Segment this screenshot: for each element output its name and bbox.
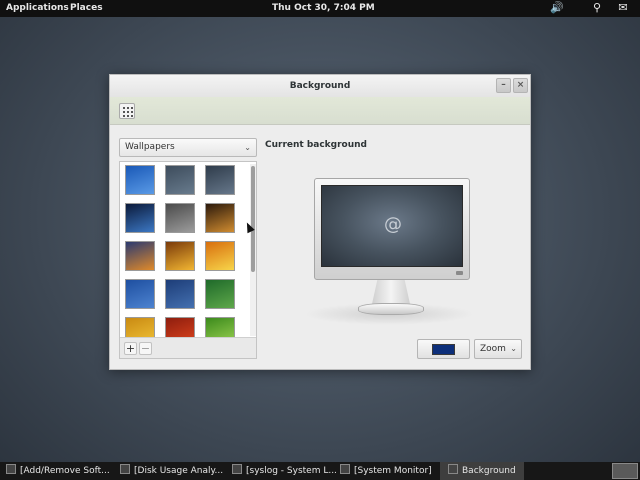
window-icon <box>6 464 16 474</box>
wallpaper-thumb-earth[interactable] <box>125 203 155 233</box>
wallpaper-thumb-golden-glow[interactable] <box>165 241 195 271</box>
wallpaper-controls: + − <box>120 337 256 358</box>
dropdown-value: Wallpapers <box>125 142 175 152</box>
taskbar: [Add/Remove Soft... [Disk Usage Analy...… <box>0 462 640 480</box>
task-label: [syslog - System L... <box>246 466 337 476</box>
window-titlebar[interactable]: Background – × <box>110 75 530 97</box>
color-swatch <box>432 344 455 355</box>
placement-dropdown[interactable]: Zoom ⌄ <box>474 339 522 359</box>
minimize-button[interactable]: – <box>496 78 511 93</box>
placement-value: Zoom <box>480 344 506 354</box>
accessibility-icon[interactable]: ⚲ <box>590 1 604 15</box>
window-icon <box>340 464 350 474</box>
task-label: [Disk Usage Analy... <box>134 466 224 476</box>
chevron-down-icon: ⌄ <box>510 344 517 353</box>
monitor-led <box>456 271 463 275</box>
clock[interactable]: Thu Oct 30, 7:04 PM <box>272 3 375 13</box>
scrollbar-slider[interactable] <box>251 166 255 272</box>
wallpaper-thumb-amber[interactable] <box>125 317 155 337</box>
background-preview-screen: @ <box>321 185 463 267</box>
window-icon <box>232 464 242 474</box>
wallpaper-thumb-orange-horizon[interactable] <box>125 241 155 271</box>
wallpaper-scrollbar[interactable] <box>250 164 256 336</box>
background-window: Background – × Wallpapers ⌄ + − Current … <box>109 74 531 370</box>
wallpaper-thumb-debian-blue-lines[interactable] <box>125 165 155 195</box>
places-menu[interactable]: Places <box>70 3 103 13</box>
wallpaper-grid <box>120 162 248 337</box>
background-source-dropdown[interactable]: Wallpapers ⌄ <box>119 138 257 157</box>
task-system-monitor[interactable]: [System Monitor] <box>340 462 432 480</box>
monitor-preview: @ <box>314 178 470 280</box>
top-panel: Applications Places Thu Oct 30, 7:04 PM … <box>0 0 640 17</box>
wallpaper-thumb-grey-stripes[interactable] <box>165 203 195 233</box>
task-background[interactable]: Background <box>440 462 524 480</box>
task-add-remove-software[interactable]: [Add/Remove Soft... <box>6 462 110 480</box>
wallpaper-thumb-sunset-field[interactable] <box>205 203 235 233</box>
chat-icon[interactable]: ✉ <box>616 1 630 15</box>
window-title: Background <box>289 81 351 91</box>
wallpaper-thumb-blue-gradient[interactable] <box>125 279 155 309</box>
task-label: [Add/Remove Soft... <box>20 466 110 476</box>
monitor-neck <box>372 280 410 304</box>
task-system-log[interactable]: [syslog - System L... <box>232 462 337 480</box>
wallpaper-thumb-yellow-sun[interactable] <box>205 241 235 271</box>
wallpaper-thumb-green-leaves[interactable] <box>205 317 235 337</box>
background-color-button[interactable] <box>417 339 470 359</box>
debian-swirl-icon: @ <box>384 214 402 235</box>
window-icon <box>120 464 130 474</box>
wallpaper-thumb-navy-gradient[interactable] <box>165 279 195 309</box>
wallpaper-thumb-red-stripes[interactable] <box>165 317 195 337</box>
workspace-switcher[interactable] <box>612 463 638 479</box>
volume-icon[interactable]: 🔊 <box>550 1 564 15</box>
window-icon <box>448 464 458 474</box>
wallpaper-thumb-grey-swirl[interactable] <box>165 165 195 195</box>
add-wallpaper-button[interactable]: + <box>124 342 137 355</box>
wallpaper-chooser: + − <box>119 161 257 359</box>
task-label: [System Monitor] <box>354 466 432 476</box>
wallpaper-thumb-green-gradient[interactable] <box>205 279 235 309</box>
applications-menu[interactable]: Applications <box>6 3 69 13</box>
current-background-label: Current background <box>265 140 367 150</box>
monitor-base <box>358 303 424 315</box>
wallpaper-thumb-dark-blue-swirl[interactable] <box>205 165 235 195</box>
close-button[interactable]: × <box>513 78 528 93</box>
all-settings-button[interactable] <box>119 103 135 119</box>
remove-wallpaper-button[interactable]: − <box>139 342 152 355</box>
task-disk-usage-analyzer[interactable]: [Disk Usage Analy... <box>120 462 223 480</box>
chevron-down-icon: ⌄ <box>244 143 251 152</box>
window-toolbar <box>110 97 530 125</box>
task-label: Background <box>462 466 516 476</box>
